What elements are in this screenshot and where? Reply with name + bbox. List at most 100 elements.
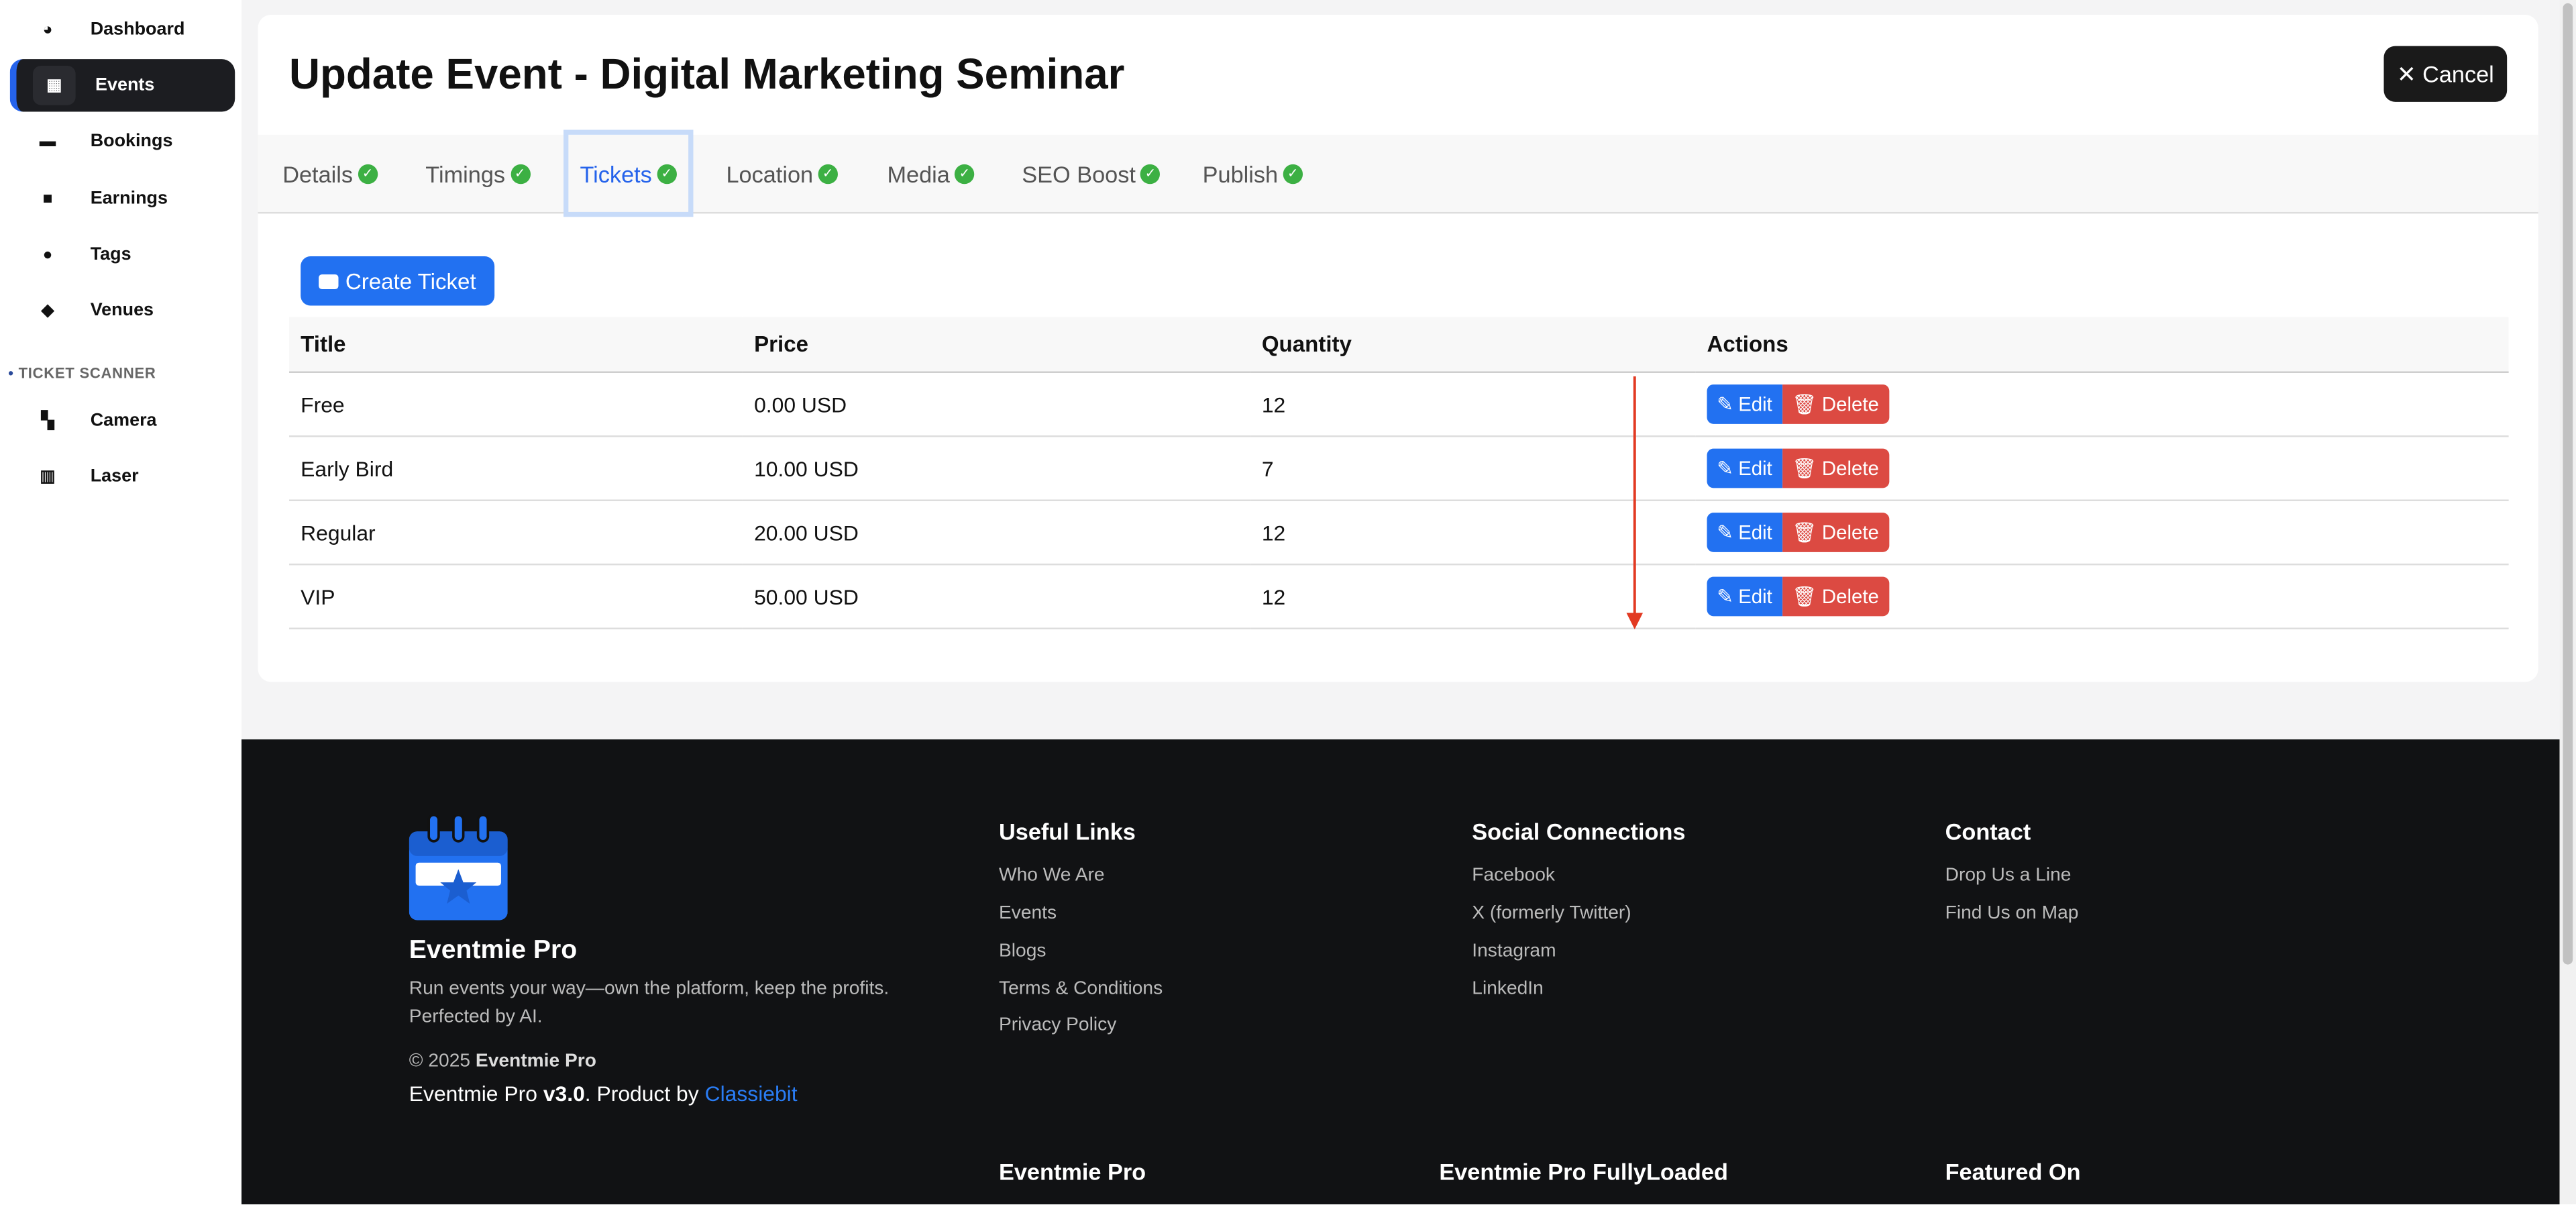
qrcode-icon: ▚ bbox=[41, 411, 54, 430]
page-title: Update Event - Digital Marketing Seminar bbox=[289, 49, 1125, 99]
trash-icon: 🗑 bbox=[1792, 456, 1817, 480]
column-header-quantity: Quantity bbox=[1250, 317, 1696, 373]
edit-button[interactable]: ✎ Edit bbox=[1707, 576, 1782, 617]
tab-seo-boost[interactable]: SEO Boost ✓ bbox=[1022, 135, 1161, 212]
sidebar-item-events[interactable]: ▦ Events bbox=[9, 59, 235, 112]
useful-links-heading: Useful Links bbox=[998, 818, 1136, 845]
footer-link[interactable]: LinkedIn bbox=[1472, 980, 1543, 999]
cell-actions: ✎ Edit 🗑 Delete bbox=[1695, 436, 2509, 501]
footer-link[interactable]: Instagram bbox=[1472, 941, 1556, 961]
table-row: Early Bird 10.00 USD 7 ✎ Edit 🗑 Delete bbox=[289, 436, 2509, 501]
trash-icon: 🗑 bbox=[1792, 392, 1817, 416]
check-circle-icon: ✓ bbox=[1140, 163, 1161, 184]
table-row: VIP 50.00 USD 12 ✎ Edit 🗑 Delete bbox=[289, 564, 2509, 629]
delete-button[interactable]: 🗑 Delete bbox=[1782, 513, 1889, 552]
tab-timings[interactable]: Timings ✓ bbox=[425, 135, 530, 212]
sidebar-item-bookings[interactable]: ▬ Bookings bbox=[11, 115, 230, 167]
check-circle-icon: ✓ bbox=[657, 163, 677, 184]
tab-tickets[interactable]: Tickets ✓ bbox=[564, 129, 694, 217]
footer-brand: Eventmie Pro bbox=[409, 936, 578, 965]
check-circle-icon: ✓ bbox=[955, 163, 975, 184]
calendar-icon: ▦ bbox=[32, 65, 76, 105]
classiebit-link[interactable]: Classiebit bbox=[705, 1081, 798, 1106]
footer-link[interactable]: Blogs bbox=[999, 941, 1046, 961]
footer-tagline: Run events your way—own the platform, ke… bbox=[409, 979, 890, 1027]
cell-actions: ✎ Edit 🗑 Delete bbox=[1695, 564, 2509, 629]
edit-icon: ✎ bbox=[1717, 584, 1733, 609]
tab-publish[interactable]: Publish ✓ bbox=[1203, 135, 1303, 212]
check-circle-icon: ✓ bbox=[358, 163, 378, 184]
cell-price: 0.00 USD bbox=[742, 372, 1250, 437]
social-heading: Social Connections bbox=[1472, 818, 1686, 845]
edit-icon: ✎ bbox=[1717, 392, 1733, 416]
trash-icon: 🗑 bbox=[1792, 521, 1817, 544]
annotation-arrow bbox=[1626, 376, 1643, 629]
cell-price: 20.00 USD bbox=[742, 500, 1250, 566]
footer-heading: Eventmie Pro FullyLoaded bbox=[1439, 1158, 1728, 1185]
tickets-table: Title Price Quantity Actions Free 0.00 US… bbox=[289, 317, 2509, 629]
column-header-actions: Actions bbox=[1695, 317, 2509, 373]
sidebar-item-laser[interactable]: ▥ Laser bbox=[11, 450, 230, 503]
edit-icon: ✎ bbox=[1717, 456, 1733, 480]
footer-version: Eventmie Pro v3.0. Product by Classiebit bbox=[409, 1081, 798, 1106]
footer-link[interactable]: Privacy Policy bbox=[999, 1015, 1116, 1035]
gauge-icon: ◕ bbox=[42, 20, 53, 39]
ticket-icon bbox=[319, 273, 339, 289]
sidebar-item-tags[interactable]: ● Tags bbox=[11, 228, 230, 280]
wallet-icon: ■ bbox=[42, 189, 53, 208]
cell-actions: ✎ Edit 🗑 Delete bbox=[1695, 500, 2509, 566]
cell-price: 50.00 USD bbox=[742, 564, 1250, 629]
edit-button[interactable]: ✎ Edit bbox=[1707, 448, 1782, 488]
cell-title: VIP bbox=[289, 564, 743, 629]
edit-icon: ✎ bbox=[1717, 521, 1733, 544]
footer-link[interactable]: X (formerly Twitter) bbox=[1472, 904, 1631, 923]
footer-heading: Eventmie Pro bbox=[998, 1158, 1146, 1185]
check-circle-icon: ✓ bbox=[818, 163, 838, 184]
tab-bar: Details ✓ Timings ✓ Tickets ✓ Location ✓ Med… bbox=[258, 129, 2538, 217]
delete-button[interactable]: 🗑 Delete bbox=[1782, 448, 1889, 488]
footer-copyright: © 2025 Eventmie Pro bbox=[409, 1051, 596, 1071]
delete-button[interactable]: 🗑 Delete bbox=[1782, 576, 1889, 617]
map-location-icon: ◆ bbox=[41, 301, 54, 320]
edit-button[interactable]: ✎ Edit bbox=[1707, 384, 1782, 424]
cell-actions: ✎ Edit 🗑 Delete bbox=[1695, 372, 2509, 437]
table-row: Free 0.00 USD 12 ✎ Edit 🗑 Delete bbox=[289, 372, 2509, 437]
footer-link[interactable]: Find Us on Map bbox=[1945, 904, 2079, 923]
tab-location[interactable]: Location ✓ bbox=[726, 135, 838, 212]
cell-title: Free bbox=[289, 372, 743, 437]
eventmie-logo bbox=[409, 815, 508, 921]
edit-button[interactable]: ✎ Edit bbox=[1707, 513, 1782, 552]
barcode-icon: ▥ bbox=[40, 467, 56, 486]
footer: Eventmie Pro Run events your way—own the… bbox=[241, 739, 2560, 1205]
tab-media[interactable]: Media ✓ bbox=[887, 135, 975, 212]
footer-link[interactable]: Who We Are bbox=[999, 866, 1105, 886]
bullet-icon: • bbox=[8, 364, 19, 382]
column-header-price: Price bbox=[742, 317, 1250, 373]
footer-link[interactable]: Drop Us a Line bbox=[1945, 866, 2072, 886]
create-ticket-button[interactable]: Create Ticket bbox=[301, 256, 495, 306]
footer-link[interactable]: Facebook bbox=[1472, 866, 1555, 886]
delete-button[interactable]: 🗑 Delete bbox=[1782, 384, 1889, 424]
footer-heading: Featured On bbox=[1945, 1158, 2081, 1185]
sidebar: ◕ Dashboard ▦ Events ▬ Bookings ■ Earnings ●… bbox=[0, 0, 242, 1205]
sidebar-item-venues[interactable]: ◆ Venues bbox=[11, 284, 230, 337]
user-tag-icon: ● bbox=[42, 246, 53, 264]
money-bill-icon: ▬ bbox=[39, 132, 56, 151]
check-circle-icon: ✓ bbox=[1283, 163, 1303, 184]
contact-heading: Contact bbox=[1945, 818, 2031, 845]
cell-title: Regular bbox=[289, 500, 743, 566]
scrollbar-thumb[interactable] bbox=[2563, 3, 2573, 965]
table-row: Regular 20.00 USD 12 ✎ Edit 🗑 Delete bbox=[289, 500, 2509, 566]
footer-link[interactable]: Events bbox=[999, 904, 1057, 923]
section-ticket-scanner: • TICKET SCANNER bbox=[8, 364, 156, 382]
cell-price: 10.00 USD bbox=[742, 436, 1250, 501]
sidebar-item-dashboard[interactable]: ◕ Dashboard bbox=[11, 3, 230, 56]
sidebar-item-earnings[interactable]: ■ Earnings bbox=[11, 172, 230, 225]
tab-details[interactable]: Details ✓ bbox=[282, 135, 378, 212]
cancel-button[interactable]: ✕ Cancel bbox=[2383, 46, 2508, 102]
sidebar-item-camera[interactable]: ▚ Camera bbox=[11, 395, 230, 447]
footer-link[interactable]: Terms & Conditions bbox=[999, 980, 1163, 999]
column-header-title: Title bbox=[289, 317, 743, 373]
cell-title: Early Bird bbox=[289, 436, 743, 501]
trash-icon: 🗑 bbox=[1792, 584, 1817, 609]
